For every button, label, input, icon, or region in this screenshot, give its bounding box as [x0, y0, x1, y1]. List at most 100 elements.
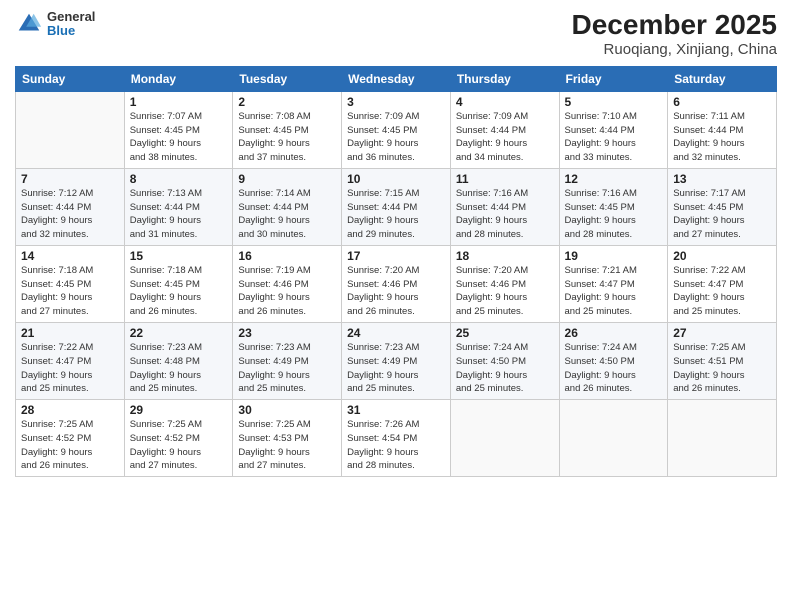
calendar-day-cell: 10Sunrise: 7:15 AMSunset: 4:44 PMDayligh…	[342, 168, 451, 245]
day-info: Sunrise: 7:21 AMSunset: 4:47 PMDaylight:…	[565, 264, 663, 319]
calendar-day-cell	[450, 400, 559, 477]
calendar-day-cell: 8Sunrise: 7:13 AMSunset: 4:44 PMDaylight…	[124, 168, 233, 245]
calendar-day-cell: 20Sunrise: 7:22 AMSunset: 4:47 PMDayligh…	[668, 245, 777, 322]
day-info: Sunrise: 7:26 AMSunset: 4:54 PMDaylight:…	[347, 418, 445, 473]
title-block: December 2025 Ruoqiang, Xinjiang, China	[572, 10, 777, 58]
day-number: 30	[238, 403, 336, 417]
day-number: 21	[21, 326, 119, 340]
logo-general: General	[47, 10, 95, 24]
day-of-week-header: Friday	[559, 66, 668, 91]
day-info: Sunrise: 7:25 AMSunset: 4:51 PMDaylight:…	[673, 341, 771, 396]
day-number: 14	[21, 249, 119, 263]
calendar-week-row: 7Sunrise: 7:12 AMSunset: 4:44 PMDaylight…	[16, 168, 777, 245]
calendar-day-cell	[16, 91, 125, 168]
day-number: 22	[130, 326, 228, 340]
calendar-day-cell: 18Sunrise: 7:20 AMSunset: 4:46 PMDayligh…	[450, 245, 559, 322]
day-info: Sunrise: 7:25 AMSunset: 4:52 PMDaylight:…	[21, 418, 119, 473]
day-of-week-header: Sunday	[16, 66, 125, 91]
calendar-day-cell: 22Sunrise: 7:23 AMSunset: 4:48 PMDayligh…	[124, 322, 233, 399]
calendar-week-row: 1Sunrise: 7:07 AMSunset: 4:45 PMDaylight…	[16, 91, 777, 168]
day-info: Sunrise: 7:23 AMSunset: 4:48 PMDaylight:…	[130, 341, 228, 396]
day-number: 4	[456, 95, 554, 109]
day-info: Sunrise: 7:12 AMSunset: 4:44 PMDaylight:…	[21, 187, 119, 242]
day-number: 13	[673, 172, 771, 186]
day-number: 6	[673, 95, 771, 109]
calendar-header-row: SundayMondayTuesdayWednesdayThursdayFrid…	[16, 66, 777, 91]
day-number: 5	[565, 95, 663, 109]
day-number: 12	[565, 172, 663, 186]
calendar-day-cell: 29Sunrise: 7:25 AMSunset: 4:52 PMDayligh…	[124, 400, 233, 477]
day-info: Sunrise: 7:19 AMSunset: 4:46 PMDaylight:…	[238, 264, 336, 319]
day-number: 18	[456, 249, 554, 263]
logo-blue: Blue	[47, 24, 95, 38]
calendar-day-cell: 27Sunrise: 7:25 AMSunset: 4:51 PMDayligh…	[668, 322, 777, 399]
day-info: Sunrise: 7:07 AMSunset: 4:45 PMDaylight:…	[130, 110, 228, 165]
day-info: Sunrise: 7:25 AMSunset: 4:52 PMDaylight:…	[130, 418, 228, 473]
calendar-day-cell: 25Sunrise: 7:24 AMSunset: 4:50 PMDayligh…	[450, 322, 559, 399]
day-info: Sunrise: 7:20 AMSunset: 4:46 PMDaylight:…	[456, 264, 554, 319]
day-number: 3	[347, 95, 445, 109]
day-number: 26	[565, 326, 663, 340]
day-number: 25	[456, 326, 554, 340]
day-number: 15	[130, 249, 228, 263]
day-info: Sunrise: 7:25 AMSunset: 4:53 PMDaylight:…	[238, 418, 336, 473]
day-info: Sunrise: 7:09 AMSunset: 4:44 PMDaylight:…	[456, 110, 554, 165]
calendar-day-cell	[668, 400, 777, 477]
page: General Blue December 2025 Ruoqiang, Xin…	[0, 0, 792, 612]
day-info: Sunrise: 7:15 AMSunset: 4:44 PMDaylight:…	[347, 187, 445, 242]
day-info: Sunrise: 7:24 AMSunset: 4:50 PMDaylight:…	[456, 341, 554, 396]
day-info: Sunrise: 7:20 AMSunset: 4:46 PMDaylight:…	[347, 264, 445, 319]
calendar-day-cell: 24Sunrise: 7:23 AMSunset: 4:49 PMDayligh…	[342, 322, 451, 399]
logo: General Blue	[15, 10, 95, 39]
day-number: 16	[238, 249, 336, 263]
calendar-day-cell: 6Sunrise: 7:11 AMSunset: 4:44 PMDaylight…	[668, 91, 777, 168]
day-number: 23	[238, 326, 336, 340]
calendar-day-cell: 26Sunrise: 7:24 AMSunset: 4:50 PMDayligh…	[559, 322, 668, 399]
day-number: 24	[347, 326, 445, 340]
day-number: 2	[238, 95, 336, 109]
day-number: 28	[21, 403, 119, 417]
calendar-day-cell: 23Sunrise: 7:23 AMSunset: 4:49 PMDayligh…	[233, 322, 342, 399]
logo-text: General Blue	[47, 10, 95, 39]
day-info: Sunrise: 7:22 AMSunset: 4:47 PMDaylight:…	[21, 341, 119, 396]
day-info: Sunrise: 7:23 AMSunset: 4:49 PMDaylight:…	[347, 341, 445, 396]
day-of-week-header: Monday	[124, 66, 233, 91]
calendar-day-cell: 11Sunrise: 7:16 AMSunset: 4:44 PMDayligh…	[450, 168, 559, 245]
calendar-table: SundayMondayTuesdayWednesdayThursdayFrid…	[15, 66, 777, 477]
day-number: 10	[347, 172, 445, 186]
calendar-day-cell: 12Sunrise: 7:16 AMSunset: 4:45 PMDayligh…	[559, 168, 668, 245]
day-info: Sunrise: 7:16 AMSunset: 4:44 PMDaylight:…	[456, 187, 554, 242]
calendar-week-row: 28Sunrise: 7:25 AMSunset: 4:52 PMDayligh…	[16, 400, 777, 477]
day-number: 7	[21, 172, 119, 186]
day-info: Sunrise: 7:23 AMSunset: 4:49 PMDaylight:…	[238, 341, 336, 396]
day-info: Sunrise: 7:11 AMSunset: 4:44 PMDaylight:…	[673, 110, 771, 165]
calendar-week-row: 14Sunrise: 7:18 AMSunset: 4:45 PMDayligh…	[16, 245, 777, 322]
calendar-day-cell: 19Sunrise: 7:21 AMSunset: 4:47 PMDayligh…	[559, 245, 668, 322]
day-info: Sunrise: 7:13 AMSunset: 4:44 PMDaylight:…	[130, 187, 228, 242]
day-info: Sunrise: 7:22 AMSunset: 4:47 PMDaylight:…	[673, 264, 771, 319]
logo-icon	[15, 10, 43, 38]
calendar-day-cell: 31Sunrise: 7:26 AMSunset: 4:54 PMDayligh…	[342, 400, 451, 477]
day-number: 8	[130, 172, 228, 186]
day-number: 11	[456, 172, 554, 186]
day-of-week-header: Saturday	[668, 66, 777, 91]
calendar-day-cell: 2Sunrise: 7:08 AMSunset: 4:45 PMDaylight…	[233, 91, 342, 168]
calendar-day-cell: 21Sunrise: 7:22 AMSunset: 4:47 PMDayligh…	[16, 322, 125, 399]
calendar-day-cell: 28Sunrise: 7:25 AMSunset: 4:52 PMDayligh…	[16, 400, 125, 477]
day-number: 29	[130, 403, 228, 417]
header: General Blue December 2025 Ruoqiang, Xin…	[15, 10, 777, 58]
calendar-title: December 2025	[572, 10, 777, 41]
day-info: Sunrise: 7:16 AMSunset: 4:45 PMDaylight:…	[565, 187, 663, 242]
day-info: Sunrise: 7:08 AMSunset: 4:45 PMDaylight:…	[238, 110, 336, 165]
calendar-subtitle: Ruoqiang, Xinjiang, China	[572, 41, 777, 58]
calendar-day-cell: 13Sunrise: 7:17 AMSunset: 4:45 PMDayligh…	[668, 168, 777, 245]
calendar-day-cell: 3Sunrise: 7:09 AMSunset: 4:45 PMDaylight…	[342, 91, 451, 168]
day-number: 9	[238, 172, 336, 186]
day-info: Sunrise: 7:18 AMSunset: 4:45 PMDaylight:…	[21, 264, 119, 319]
day-info: Sunrise: 7:17 AMSunset: 4:45 PMDaylight:…	[673, 187, 771, 242]
day-info: Sunrise: 7:18 AMSunset: 4:45 PMDaylight:…	[130, 264, 228, 319]
day-of-week-header: Wednesday	[342, 66, 451, 91]
calendar-day-cell: 9Sunrise: 7:14 AMSunset: 4:44 PMDaylight…	[233, 168, 342, 245]
calendar-day-cell: 5Sunrise: 7:10 AMSunset: 4:44 PMDaylight…	[559, 91, 668, 168]
day-info: Sunrise: 7:14 AMSunset: 4:44 PMDaylight:…	[238, 187, 336, 242]
